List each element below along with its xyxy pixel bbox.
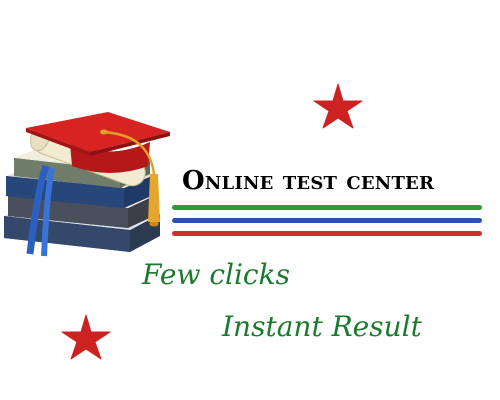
page-title: Online test center — [182, 166, 435, 196]
divider-line-blue — [172, 218, 482, 223]
graduation-cap-books-diploma-icon — [4, 112, 170, 257]
tagline-instant-result: Instant Result — [222, 310, 422, 343]
star-icon — [313, 83, 363, 129]
star-icon — [61, 314, 111, 360]
divider-line-green — [172, 205, 482, 210]
divider-line-red — [172, 231, 482, 236]
tagline-few-clicks: Few clicks — [142, 258, 290, 291]
